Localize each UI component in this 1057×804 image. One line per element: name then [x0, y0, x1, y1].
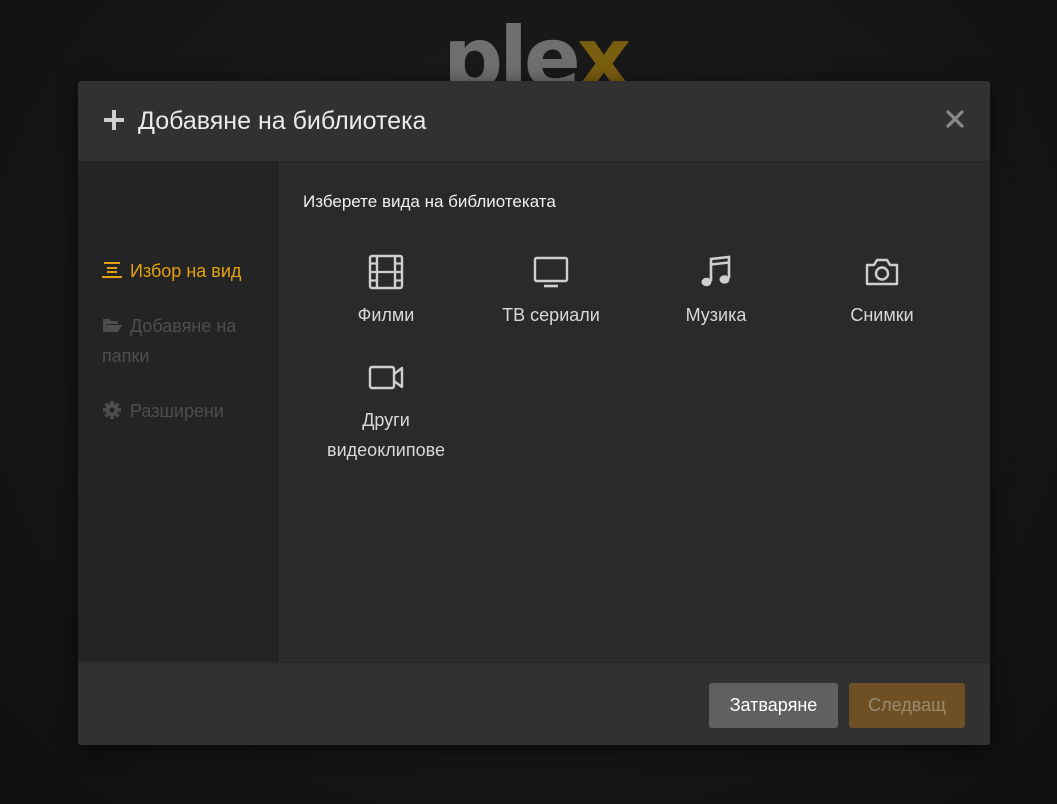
library-type-label: Снимки: [850, 305, 914, 325]
plus-icon: [104, 110, 124, 130]
section-heading: Изберете вида на библиотеката: [303, 192, 556, 211]
library-type-label: Филми: [357, 305, 415, 325]
library-type-label: Други видеоклипове: [327, 410, 445, 460]
sidebar-item-label: Добавяне на папки: [102, 316, 237, 366]
list-icon: [102, 262, 122, 278]
tv-icon: [533, 256, 569, 288]
next-button[interactable]: Следващ: [849, 683, 965, 728]
library-type-label: Музика: [685, 305, 747, 325]
dialog-title: Добавяне на библиотека: [138, 107, 427, 135]
sidebar-item-select-type[interactable]: Избор на вид: [102, 256, 262, 286]
library-type-other-videos[interactable]: Други видеоклипове: [306, 359, 466, 465]
folder-open-icon: [103, 319, 122, 332]
library-type-label: ТВ сериали: [502, 305, 600, 325]
camera-icon: [865, 258, 899, 286]
close-icon[interactable]: [944, 108, 966, 130]
video-camera-icon: [368, 365, 404, 390]
dialog-header: Добавяне на библиотека: [78, 81, 990, 162]
dialog-footer: Затваряне Следващ: [78, 662, 990, 745]
sidebar-item-label: Избор на вид: [130, 261, 242, 281]
film-icon: [368, 254, 404, 290]
library-type-tv-shows[interactable]: ТВ сериали: [471, 254, 631, 330]
sidebar-item-label: Разширени: [130, 401, 224, 421]
sidebar-item-add-folders[interactable]: Добавяне на папки: [102, 311, 262, 371]
music-note-icon: [701, 255, 731, 287]
library-type-panel: Изберете вида на библиотеката Филми ТВ с…: [278, 162, 990, 661]
gear-icon: [103, 401, 121, 419]
close-button[interactable]: Затваряне: [709, 683, 838, 728]
add-library-dialog: Добавяне на библиотека Избор на вид Доба…: [78, 81, 990, 745]
steps-sidebar: Избор на вид Добавяне на папки Разширени: [78, 162, 278, 661]
library-type-music[interactable]: Музика: [636, 254, 796, 330]
sidebar-item-advanced[interactable]: Разширени: [102, 396, 262, 426]
library-type-photos[interactable]: Снимки: [802, 254, 962, 330]
library-type-movies[interactable]: Филми: [306, 254, 466, 330]
